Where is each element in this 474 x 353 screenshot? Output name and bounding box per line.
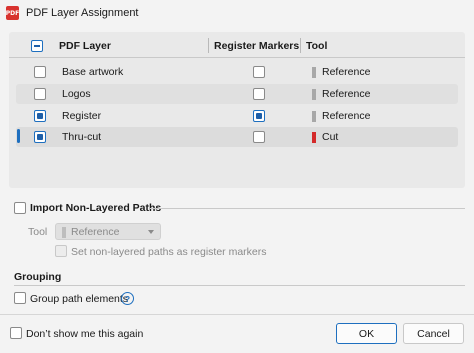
dont-show-again-checkbox[interactable] [10,327,22,339]
layer-checkbox[interactable] [34,88,46,100]
tool-name[interactable]: Reference [322,110,370,122]
tool-name[interactable]: Reference [322,66,370,78]
tool-color-swatch [312,67,316,78]
tool-color-swatch [62,227,66,238]
layer-checkbox[interactable] [34,66,46,78]
column-divider[interactable] [300,38,301,53]
layer-name: Thru-cut [62,131,102,143]
group-path-elements-label[interactable]: Group path elements [30,293,128,305]
layer-checkbox[interactable] [34,131,46,143]
import-non-layered-label[interactable]: Import Non-Layered Paths [30,202,161,214]
tool-color-swatch [312,132,316,143]
set-register-markers-checkbox[interactable] [55,245,67,257]
register-checkbox[interactable] [253,131,265,143]
table-row[interactable]: Logos Reference [16,84,458,104]
tool-color-swatch [312,89,316,100]
tool-name[interactable]: Reference [322,88,370,100]
table-row[interactable]: Base artwork Reference [16,62,458,82]
layer-name: Register [62,110,102,122]
register-checkbox[interactable] [253,88,265,100]
tool-name[interactable]: Cut [322,131,338,143]
tool-select[interactable]: Reference [55,223,161,240]
selected-row-indicator [17,129,20,143]
section-divider [14,285,465,286]
layer-name: Logos [62,88,91,100]
grouping-heading: Grouping [14,271,62,283]
title-bar: PDF PDF Layer Assignment [0,0,474,27]
set-register-markers-label: Set non-layered paths as register marker… [71,246,267,258]
import-non-layered-checkbox[interactable] [14,202,26,214]
header-register-markers: Register Markers [214,40,300,52]
register-checkbox[interactable] [253,66,265,78]
window-title: PDF Layer Assignment [26,7,139,19]
table-header: PDF Layer Register Markers Tool [9,35,465,57]
footer-divider [0,314,474,315]
tool-color-swatch [312,111,316,122]
section-divider [150,208,465,209]
layer-checkbox[interactable] [34,110,46,122]
header-divider [9,57,465,58]
header-tool: Tool [306,40,328,52]
select-all-checkbox[interactable] [31,40,43,52]
header-pdf-layer: PDF Layer [59,40,111,52]
table-row[interactable]: Thru-cut Cut [16,127,458,147]
tool-label: Tool [28,226,48,238]
column-divider[interactable] [208,38,209,53]
pdf-app-icon: PDF [6,6,19,20]
chevron-down-icon [148,230,154,234]
layer-name: Base artwork [62,66,124,78]
tool-select-value: Reference [71,226,120,238]
dont-show-again-label[interactable]: Don’t show me this again [26,328,143,340]
table-row[interactable]: Register Reference [16,106,458,126]
register-checkbox[interactable] [253,110,265,122]
ok-button[interactable]: OK [336,323,397,344]
help-icon[interactable]: ? [121,292,134,305]
cancel-button[interactable]: Cancel [403,323,464,344]
group-path-elements-checkbox[interactable] [14,292,26,304]
